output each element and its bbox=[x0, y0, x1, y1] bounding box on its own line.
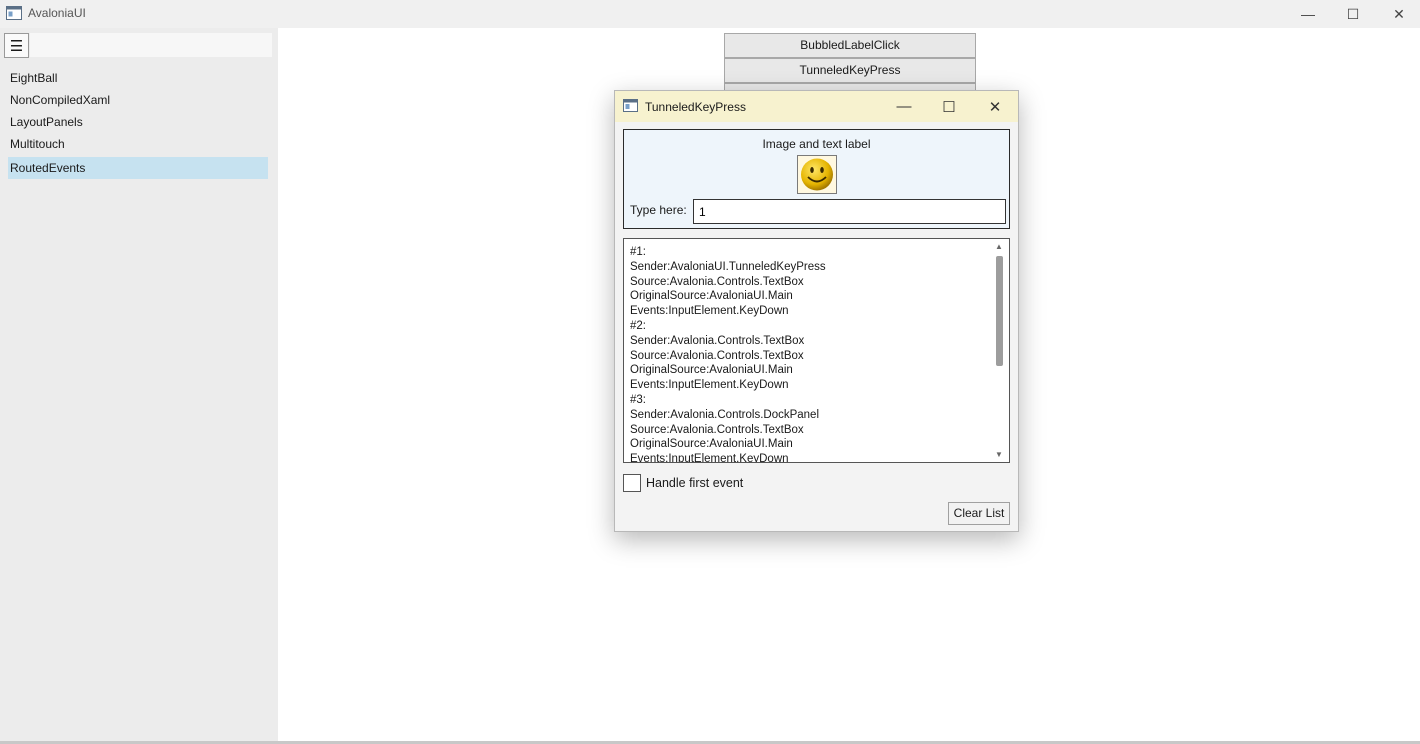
maximize-button[interactable]: ☐ bbox=[1330, 0, 1376, 28]
dialog-close-button[interactable]: ✕ bbox=[973, 91, 1017, 122]
tunneled-key-press-button[interactable]: TunneledKeyPress bbox=[724, 58, 976, 83]
window-title: AvaloniaUI bbox=[28, 6, 86, 20]
dialog-title: TunneledKeyPress bbox=[645, 100, 746, 114]
scroll-up-icon[interactable]: ▲ bbox=[995, 242, 1003, 251]
minimize-button[interactable]: — bbox=[1285, 0, 1331, 28]
sidebar-item-routedevents[interactable]: RoutedEvents bbox=[8, 157, 268, 179]
app-icon bbox=[6, 6, 22, 20]
image-label: Image and text label bbox=[762, 137, 871, 151]
log-scrollbar[interactable]: ▲ ▼ bbox=[991, 239, 1009, 462]
tunneled-keypress-dialog: TunneledKeyPress — ☐ ✕ Image and text la… bbox=[614, 90, 1019, 532]
sidebar-item-multitouch[interactable]: Multitouch bbox=[8, 133, 268, 155]
dialog-minimize-button[interactable]: — bbox=[882, 91, 926, 122]
event-log-text: #1: Sender:AvaloniaUI.TunneledKeyPress S… bbox=[630, 246, 826, 463]
hamburger-icon[interactable]: ☰ bbox=[4, 33, 29, 58]
scrollbar-thumb[interactable] bbox=[996, 256, 1003, 366]
handle-first-event-label[interactable]: Handle first event bbox=[646, 476, 743, 490]
handle-first-event-checkbox[interactable] bbox=[623, 474, 641, 492]
type-here-input[interactable] bbox=[693, 199, 1006, 224]
close-button[interactable]: ✕ bbox=[1376, 0, 1420, 28]
window-titlebar: AvaloniaUI — ☐ ✕ bbox=[0, 0, 1420, 28]
image-text-panel: Image and text label Type here: bbox=[623, 129, 1010, 229]
sidebar-header-strip bbox=[30, 33, 272, 57]
bubbled-label-click-button[interactable]: BubbledLabelClick bbox=[724, 33, 976, 58]
smiley-icon bbox=[797, 155, 837, 194]
scroll-down-icon[interactable]: ▼ bbox=[995, 450, 1003, 459]
sidebar-item-noncompiledxaml[interactable]: NonCompiledXaml bbox=[8, 89, 268, 111]
sidebar-item-eightball[interactable]: EightBall bbox=[8, 67, 268, 89]
app-icon bbox=[623, 99, 638, 112]
event-log-list[interactable]: #1: Sender:AvaloniaUI.TunneledKeyPress S… bbox=[623, 238, 1010, 463]
dialog-titlebar: TunneledKeyPress — ☐ ✕ bbox=[615, 91, 1018, 122]
sidebar-item-layoutpanels[interactable]: LayoutPanels bbox=[8, 111, 268, 133]
clear-list-button[interactable]: Clear List bbox=[948, 502, 1010, 525]
dialog-maximize-button[interactable]: ☐ bbox=[927, 91, 971, 122]
type-here-label: Type here: bbox=[630, 203, 687, 217]
sidebar: ☰ EightBall NonCompiledXaml LayoutPanels… bbox=[0, 28, 278, 744]
